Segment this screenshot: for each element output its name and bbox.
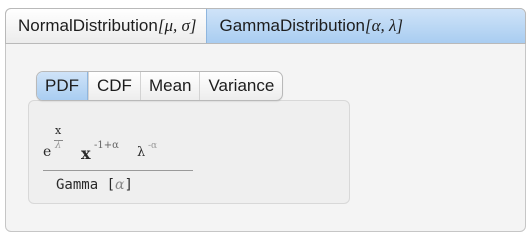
formula-lambda-exponent: -α xyxy=(148,141,158,151)
formula-fraction-bar xyxy=(43,170,193,171)
tab-pdf[interactable]: PDF xyxy=(37,72,88,100)
formula-exp-denominator: λ xyxy=(55,140,62,151)
formula-open-bracket: [ xyxy=(98,177,116,193)
formula-denominator: Gamma [α] xyxy=(56,177,133,193)
tab-label: CDF xyxy=(97,76,132,95)
formula-close-bracket: ] xyxy=(124,177,133,193)
formula-x-exponent: -1+α xyxy=(94,140,119,151)
formula-numerator: e x λ x -1+α λ -α xyxy=(43,124,193,168)
tab-variance[interactable]: Variance xyxy=(199,72,282,100)
tab-normal-distribution[interactable]: NormalDistribution [μ, σ] xyxy=(6,9,206,43)
tab-label: Variance xyxy=(208,76,275,95)
tab-cdf[interactable]: CDF xyxy=(88,72,140,100)
formula-lambda: λ xyxy=(137,145,146,160)
property-tab-bar: PDF CDF Mean Variance xyxy=(36,71,284,101)
formula-x: x xyxy=(81,144,91,163)
formula-e: e xyxy=(43,144,52,160)
pdf-formula: e x λ x -1+α λ -α Gamma [α] xyxy=(43,124,193,193)
tab-label: NormalDistribution xyxy=(18,16,158,35)
formula-exp-numerator: x xyxy=(55,124,62,137)
tab-label: Mean xyxy=(148,76,192,95)
distribution-tab-bar: NormalDistribution [μ, σ] GammaDistributi… xyxy=(5,8,526,44)
tab-args: [μ, σ] xyxy=(157,16,197,35)
tab-label: GammaDistribution xyxy=(219,16,365,35)
tab-args: [α, λ] xyxy=(364,16,404,35)
tab-label: PDF xyxy=(45,76,79,95)
tab-gamma-distribution[interactable]: GammaDistribution [α, λ] xyxy=(206,9,525,43)
tab-mean[interactable]: Mean xyxy=(139,72,200,100)
formula-gamma-fn: Gamma xyxy=(56,177,99,193)
